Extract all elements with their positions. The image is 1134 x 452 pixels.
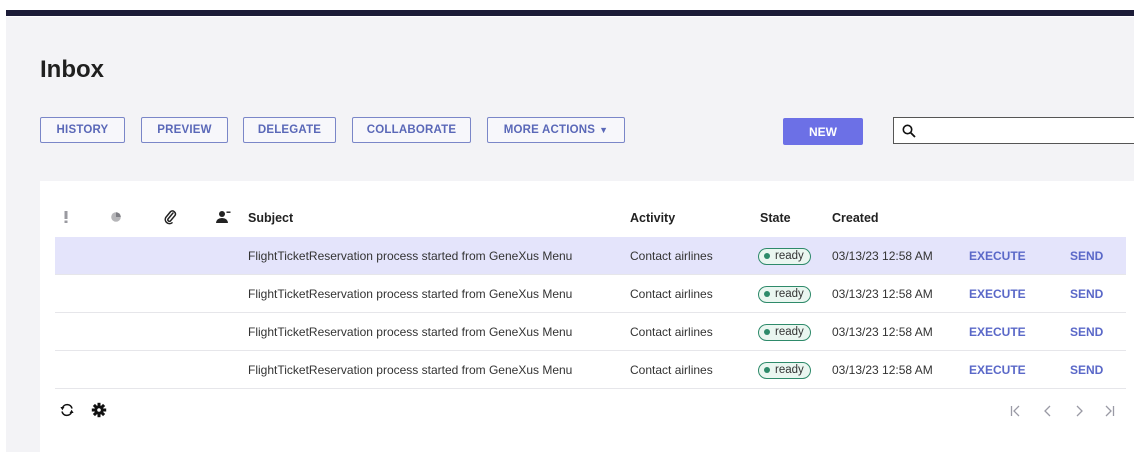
first-page-button[interactable] (1008, 402, 1024, 420)
refresh-icon[interactable] (58, 401, 76, 419)
row-subject[interactable]: FlightTicketReservation process started … (248, 351, 572, 389)
table-row[interactable]: FlightTicketReservation process started … (55, 275, 1126, 313)
status-dot-icon (764, 367, 770, 373)
send-link[interactable]: SEND (1070, 275, 1103, 313)
top-strip (6, 10, 1134, 16)
row-activity: Contact airlines (630, 287, 713, 301)
collaborate-button-label: COLLABORATE (366, 124, 457, 136)
status-badge: ready (758, 361, 811, 379)
history-button-label: HISTORY (56, 124, 109, 136)
more-actions-button[interactable]: MORE ACTIONS ▼ (487, 117, 625, 143)
table-row[interactable]: FlightTicketReservation process started … (55, 237, 1126, 275)
status-dot-icon (764, 253, 770, 259)
history-button[interactable]: HISTORY (40, 117, 125, 143)
status-dot-icon (764, 329, 770, 335)
row-state: ready (758, 313, 811, 351)
execute-link[interactable]: EXECUTE (969, 275, 1026, 313)
row-state: ready (758, 351, 811, 389)
status-badge: ready (758, 247, 811, 265)
search-box[interactable] (893, 117, 1134, 144)
search-input[interactable] (920, 119, 1134, 142)
more-actions-button-label: MORE ACTIONS (503, 124, 596, 136)
paperclip-icon[interactable] (161, 208, 179, 226)
status-badge-label: ready (775, 364, 804, 376)
column-header-created[interactable]: Created (832, 209, 879, 227)
row-activity: Contact airlines (630, 325, 713, 339)
status-badge: ready (758, 285, 811, 303)
table-row[interactable]: FlightTicketReservation process started … (55, 351, 1126, 389)
row-activity: Contact airlines (630, 363, 713, 377)
status-badge: ready (758, 323, 811, 341)
execute-link[interactable]: EXECUTE (969, 351, 1026, 389)
execute-link[interactable]: EXECUTE (969, 313, 1026, 351)
table-row[interactable]: FlightTicketReservation process started … (55, 313, 1126, 351)
new-button-label: NEW (809, 124, 837, 139)
circle-status-icon[interactable] (107, 208, 125, 226)
column-header-subject[interactable]: Subject (248, 209, 293, 227)
page-title: Inbox (40, 56, 104, 83)
row-created: 03/13/23 12:58 AM (832, 287, 933, 301)
status-dot-icon (764, 291, 770, 297)
status-badge-label: ready (775, 326, 804, 338)
row-activity: Contact airlines (630, 249, 713, 263)
send-link[interactable]: SEND (1070, 351, 1103, 389)
preview-button-label: PREVIEW (157, 124, 212, 136)
new-button[interactable]: NEW (783, 118, 863, 145)
person-icon[interactable] (214, 208, 232, 226)
last-page-button[interactable] (1101, 402, 1117, 420)
preview-button[interactable]: PREVIEW (141, 117, 228, 143)
search-icon (898, 120, 920, 142)
delegate-button-label: DELEGATE (257, 124, 322, 136)
row-subject[interactable]: FlightTicketReservation process started … (248, 237, 572, 275)
status-badge-label: ready (775, 250, 804, 262)
row-state: ready (758, 275, 811, 313)
row-created: 03/13/23 12:58 AM (832, 249, 933, 263)
execute-link[interactable]: EXECUTE (969, 237, 1026, 275)
row-state: ready (758, 237, 811, 275)
status-badge-label: ready (775, 288, 804, 300)
column-header-state[interactable]: State (760, 209, 791, 227)
previous-page-button[interactable] (1040, 402, 1056, 420)
row-subject[interactable]: FlightTicketReservation process started … (248, 275, 572, 313)
send-link[interactable]: SEND (1070, 237, 1103, 275)
column-header-activity[interactable]: Activity (630, 209, 675, 227)
next-page-button[interactable] (1071, 402, 1087, 420)
delegate-button[interactable]: DELEGATE (243, 117, 336, 143)
top-bar (0, 0, 1134, 17)
row-created: 03/13/23 12:58 AM (832, 363, 933, 377)
row-subject[interactable]: FlightTicketReservation process started … (248, 313, 572, 351)
left-edge (0, 17, 6, 452)
caret-down-icon: ▼ (599, 125, 609, 135)
row-created: 03/13/23 12:58 AM (832, 325, 933, 339)
exclamation-icon[interactable] (57, 208, 75, 226)
collaborate-button[interactable]: COLLABORATE (352, 117, 471, 143)
send-link[interactable]: SEND (1070, 313, 1103, 351)
gear-icon[interactable] (90, 401, 108, 419)
